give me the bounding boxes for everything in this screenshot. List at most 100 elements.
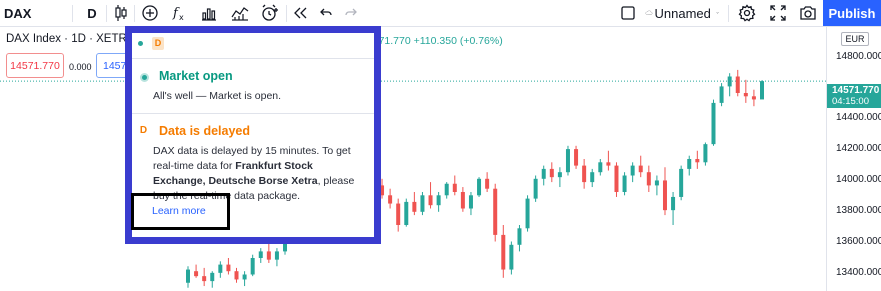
candle	[493, 183, 498, 242]
series-legend: DAX Index · 1D · XETR	[6, 33, 127, 45]
price-scale[interactable]: EUR 14800.000 14400.000 14200.000 14000.…	[826, 27, 881, 291]
snapshot-camera-icon[interactable]	[796, 0, 820, 26]
candle	[541, 165, 546, 186]
candle	[234, 267, 239, 283]
candle	[468, 192, 473, 216]
cloud-icon	[645, 10, 653, 15]
candle	[517, 225, 522, 252]
last-price-value: 14571.770	[832, 85, 880, 96]
candle	[428, 182, 433, 209]
undo-icon[interactable]	[315, 0, 337, 26]
candle	[202, 267, 207, 287]
compare-add-icon[interactable]	[138, 0, 162, 26]
candle	[460, 187, 465, 212]
svg-text:x: x	[179, 13, 184, 22]
candle	[226, 258, 231, 275]
candle	[210, 271, 215, 288]
price-tick: 13600.000	[836, 236, 881, 247]
alert-icon[interactable]	[258, 0, 282, 26]
currency-badge[interactable]: EUR	[841, 32, 869, 46]
candle	[711, 99, 716, 146]
redo-icon[interactable]	[340, 0, 362, 26]
market-open-status-icon	[140, 73, 149, 82]
top-toolbar: DAX D fx Unnamed Publish	[0, 0, 881, 27]
candle	[662, 167, 667, 216]
learn-more-highlight	[131, 193, 230, 230]
toolbar-divider	[728, 5, 729, 22]
candle	[186, 266, 190, 288]
candle	[679, 165, 684, 201]
candle	[760, 80, 764, 100]
candle	[388, 188, 393, 209]
candle	[719, 83, 724, 107]
candle	[242, 271, 247, 287]
candle	[590, 168, 595, 188]
last-price-label: 14571.770 04:15:00	[827, 84, 881, 108]
layout-name-label: Unnamed	[654, 5, 711, 21]
templates-icon[interactable]	[228, 0, 252, 26]
market-open-title: Market open	[159, 69, 233, 83]
candle	[574, 145, 579, 169]
candle	[266, 241, 271, 263]
candle	[743, 79, 748, 103]
sell-button[interactable]: 14571.770	[6, 53, 64, 78]
candle	[218, 261, 223, 278]
toolbar-divider	[286, 5, 287, 22]
candle	[671, 192, 676, 225]
candle	[565, 145, 570, 176]
candle	[646, 165, 651, 192]
candle	[412, 192, 417, 216]
candle	[735, 69, 740, 97]
candle-style-icon[interactable]	[110, 0, 132, 26]
toolbar-divider	[106, 5, 107, 22]
market-open-dot-icon	[138, 40, 143, 46]
price-tick: 14800.000	[836, 51, 881, 62]
candle	[485, 172, 490, 192]
candle	[654, 175, 659, 196]
candle	[436, 192, 441, 212]
price-tick: 14200.000	[836, 143, 881, 154]
fullscreen-icon[interactable]	[766, 0, 790, 26]
candle	[274, 248, 279, 267]
candle	[477, 177, 482, 197]
candle	[501, 225, 506, 278]
spread-value: 0.000	[69, 62, 92, 72]
data-delayed-title: Data is delayed	[159, 124, 251, 138]
candle	[557, 167, 562, 188]
interval-label: D	[87, 5, 97, 21]
symbol-search-button[interactable]: DAX	[4, 0, 44, 26]
price-tick: 14000.000	[836, 174, 881, 185]
price-tick: 14400.000	[836, 112, 881, 123]
market-open-text: All's well — Market is open.	[153, 90, 282, 102]
candle	[549, 162, 554, 183]
delayed-badge: D	[152, 36, 164, 50]
settings-gear-icon[interactable]	[735, 0, 759, 26]
popup-header: D	[138, 35, 164, 51]
candle	[452, 175, 457, 196]
candle	[606, 150, 611, 171]
candle	[638, 155, 643, 178]
candle	[614, 162, 619, 197]
candle	[630, 162, 635, 183]
replay-icon[interactable]	[289, 0, 311, 26]
candle	[687, 155, 692, 176]
layout-name-button[interactable]: Unnamed	[645, 0, 719, 26]
candle	[525, 195, 530, 232]
candle	[751, 89, 756, 107]
publish-button[interactable]: Publish	[823, 0, 881, 26]
candle	[258, 248, 263, 263]
candle	[582, 159, 587, 189]
layout-select-icon[interactable]	[617, 0, 639, 26]
candle	[396, 198, 401, 232]
candle	[404, 198, 409, 227]
symbol-label: DAX	[4, 5, 32, 21]
financials-icon[interactable]	[197, 0, 221, 26]
indicators-icon[interactable]: fx	[168, 0, 192, 26]
price-tick: 13400.000	[836, 267, 881, 278]
candle	[598, 159, 603, 176]
candle	[727, 73, 732, 97]
candle	[695, 150, 700, 169]
candle	[509, 241, 514, 275]
interval-button[interactable]: D	[82, 0, 102, 26]
bar-countdown: 04:15:00	[832, 96, 869, 107]
